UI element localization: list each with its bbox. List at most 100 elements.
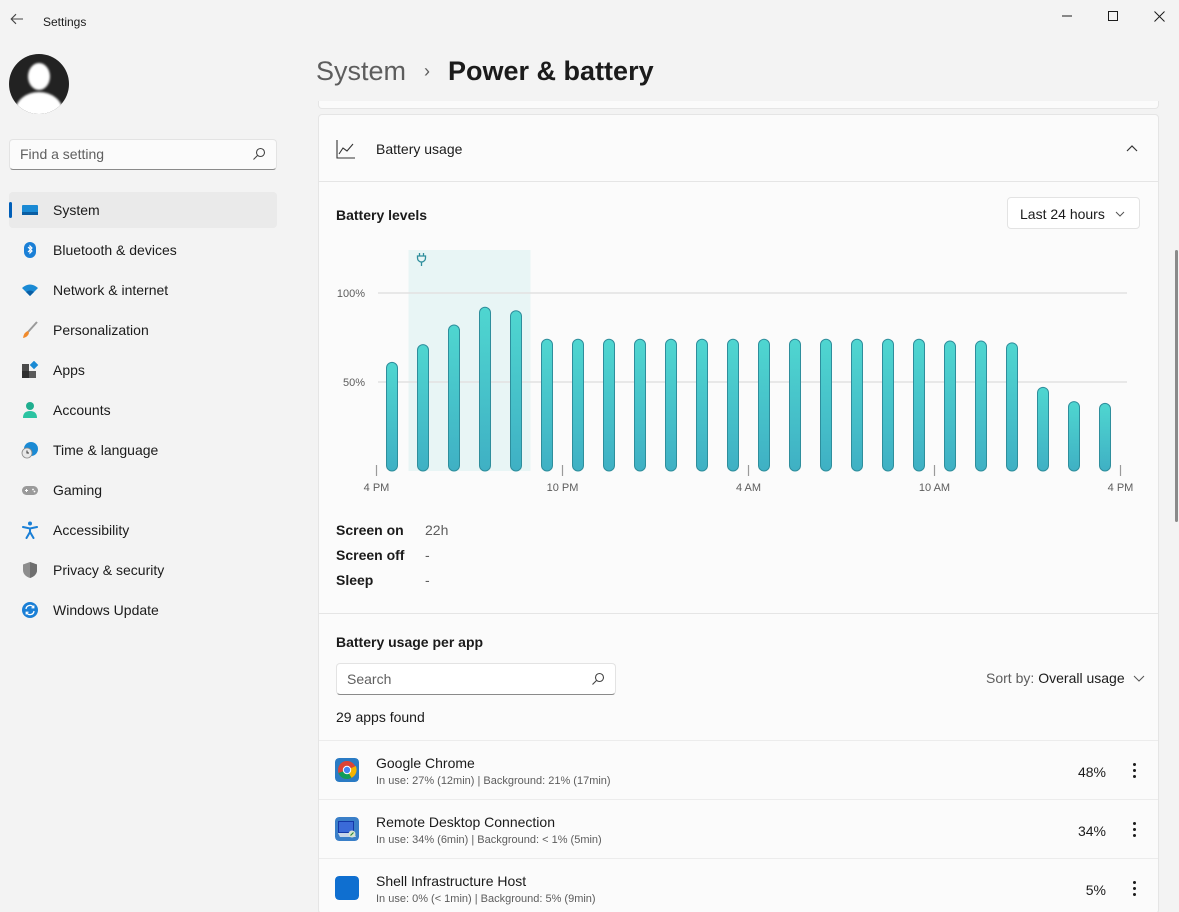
battery-bar-12am — [634, 338, 646, 472]
apps-icon — [22, 361, 39, 378]
vertical-scrollbar[interactable] — [1175, 250, 1178, 522]
person-icon — [23, 402, 37, 418]
battery-usage-card: Battery usage Battery levels Last 24 hou… — [318, 114, 1159, 912]
close-button[interactable] — [1136, 0, 1179, 32]
app-name: Google Chrome — [376, 755, 475, 771]
sidebar-item-bluetooth[interactable]: Bluetooth & devices — [9, 232, 277, 268]
battery-bar-7am — [851, 338, 863, 472]
app-usage-list: Google Chrome In use: 27% (12min) | Back… — [319, 740, 1158, 912]
maximize-button[interactable] — [1090, 0, 1136, 32]
battery-bar-1am — [665, 338, 677, 472]
avatar-body — [15, 92, 63, 114]
sidebar-item-time-language[interactable]: Time & language — [9, 432, 277, 468]
user-avatar[interactable] — [9, 54, 69, 114]
app-usage-detail: In use: 34% (6min) | Background: < 1% (5… — [376, 834, 602, 846]
battery-bar-2am — [696, 338, 708, 472]
sidebar-item-accounts[interactable]: Accounts — [9, 392, 277, 428]
x-tick-label: 10 AM — [919, 482, 950, 494]
stat-value: 22h — [425, 522, 449, 538]
battery-bar-6am — [820, 338, 832, 472]
section-divider — [319, 613, 1158, 614]
search-icon — [253, 147, 266, 160]
close-icon — [1153, 10, 1165, 22]
stat-value: - — [425, 572, 430, 588]
sidebar-item-windows-update[interactable]: Windows Update — [9, 592, 277, 628]
sidebar-item-label: Bluetooth & devices — [53, 242, 177, 258]
shield-icon — [23, 562, 37, 578]
maximize-icon — [1108, 11, 1118, 21]
app-usage-percent: 5% — [1085, 882, 1106, 898]
battery-per-app-title: Battery usage per app — [336, 634, 484, 650]
time-range-dropdown[interactable]: Last 24 hours — [1007, 197, 1140, 229]
app-search-box[interactable] — [336, 663, 616, 695]
line-chart-icon — [336, 140, 355, 159]
minimize-icon — [1062, 15, 1072, 17]
app-row[interactable]: Google Chrome In use: 27% (12min) | Back… — [319, 740, 1158, 799]
stat-row-sleep: Sleep - — [336, 572, 536, 597]
find-setting-search[interactable] — [9, 139, 277, 170]
battery-bar-9am — [913, 338, 925, 472]
battery-bar-10pm — [572, 338, 584, 472]
y-tick-label: 50% — [343, 377, 365, 389]
chevron-down-icon — [1133, 675, 1144, 682]
sidebar-item-label: Privacy & security — [53, 562, 165, 578]
battery-bar-8am — [882, 338, 894, 472]
gamepad-icon — [22, 486, 38, 495]
breadcrumb-parent-link[interactable]: System — [316, 56, 406, 87]
app-row[interactable]: Shell Infrastructure Host In use: 0% (< … — [319, 858, 1158, 912]
app-row[interactable]: Remote Desktop Connection In use: 34% (6… — [319, 799, 1158, 858]
minimize-button[interactable] — [1044, 0, 1090, 32]
sidebar-item-apps[interactable]: Apps — [9, 352, 277, 388]
back-button[interactable] — [6, 10, 28, 32]
apps-found-count: 29 apps found — [336, 709, 425, 725]
sidebar-item-accessibility[interactable]: Accessibility — [9, 512, 277, 548]
battery-bar-11pm — [603, 338, 615, 472]
battery-bar-2pm — [1068, 401, 1080, 472]
sidebar-item-network[interactable]: Network & internet — [9, 272, 277, 308]
bluetooth-icon — [24, 242, 36, 258]
sort-label: Sort by: — [986, 670, 1035, 686]
stat-label: Sleep — [336, 572, 374, 588]
system-icon — [22, 205, 38, 215]
more-options-button[interactable] — [1125, 761, 1143, 779]
battery-bar-5am — [789, 338, 801, 472]
app-name: Shell Infrastructure Host — [376, 873, 527, 889]
battery-bar-3pm — [1099, 402, 1111, 472]
avatar-head — [28, 63, 50, 90]
sort-dropdown[interactable]: Sort by: Overall usage — [986, 670, 1145, 686]
battery-bar-4am — [758, 338, 770, 472]
app-name: Remote Desktop Connection — [376, 814, 555, 830]
app-usage-percent: 34% — [1077, 823, 1106, 839]
app-title: Settings — [43, 15, 87, 29]
sidebar-item-system[interactable]: System — [9, 192, 277, 228]
battery-levels-chart: 100% 50% 4 PM 10 PM 4 AM 10 AM 4 PM — [319, 245, 1158, 505]
page-title: Power & battery — [448, 56, 654, 86]
sidebar-item-privacy-security[interactable]: Privacy & security — [9, 552, 277, 588]
chevron-down-icon — [1115, 211, 1125, 217]
shell-host-icon — [335, 876, 359, 900]
battery-levels-chart-svg: 100% 50% 4 PM 10 PM 4 AM 10 AM 4 PM — [337, 250, 1133, 494]
sidebar-item-label: Windows Update — [53, 602, 159, 618]
y-tick-label: 100% — [337, 288, 365, 300]
stat-row-screen-on: Screen on 22h — [336, 522, 536, 547]
brush-icon — [23, 321, 38, 338]
app-search-input[interactable] — [347, 671, 577, 687]
more-options-button[interactable] — [1125, 879, 1143, 897]
battery-usage-expander[interactable]: Battery usage — [319, 115, 1158, 182]
app-usage-percent: 48% — [1077, 764, 1106, 780]
more-options-button[interactable] — [1125, 820, 1143, 838]
battery-bar-6pm — [448, 324, 460, 472]
find-setting-input[interactable] — [20, 146, 240, 162]
previous-card-edge — [318, 101, 1159, 109]
screen-stats: Screen on 22h Screen off - Sleep - — [336, 522, 536, 597]
battery-bar-4pm — [386, 361, 398, 472]
sidebar-item-personalization[interactable]: Personalization — [9, 312, 277, 348]
battery-bar-9pm — [541, 338, 553, 472]
update-icon — [22, 602, 38, 618]
sidebar-item-gaming[interactable]: Gaming — [9, 472, 277, 508]
chevron-up-icon[interactable] — [1125, 141, 1139, 155]
remote-desktop-icon — [335, 817, 359, 841]
x-tick-label: 4 PM — [364, 482, 390, 494]
back-arrow-icon — [10, 13, 23, 25]
sidebar-item-label: Personalization — [53, 322, 149, 338]
